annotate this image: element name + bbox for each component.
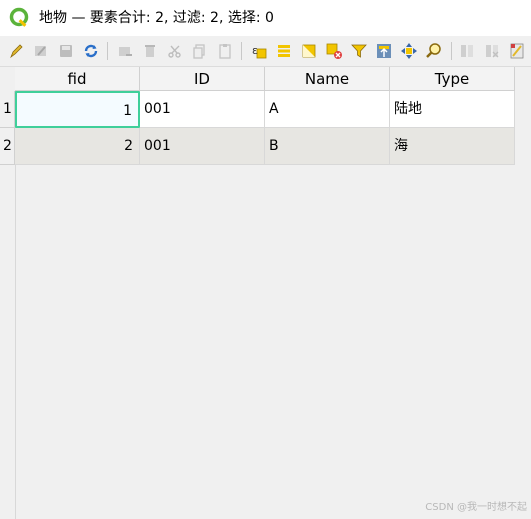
attribute-table-toolbar: ε xyxy=(0,36,531,67)
cell-id[interactable]: 001 xyxy=(140,91,265,128)
paste-button[interactable] xyxy=(214,40,236,62)
invert-selection-button[interactable] xyxy=(298,40,320,62)
copy-button[interactable] xyxy=(189,40,211,62)
deselect-all-button[interactable] xyxy=(323,40,345,62)
copy-icon xyxy=(193,44,205,59)
delete-feature-button[interactable] xyxy=(139,40,161,62)
cut-button[interactable] xyxy=(164,40,186,62)
table-row: 2 2 001 B 海 xyxy=(0,128,515,165)
cell-id[interactable]: 001 xyxy=(140,128,265,165)
invert-selection-icon xyxy=(302,44,316,58)
cell-name[interactable]: A xyxy=(265,91,390,128)
pan-to-selected-button[interactable] xyxy=(398,40,420,62)
delete-field-icon xyxy=(486,45,499,58)
reload-icon xyxy=(84,44,98,58)
add-feature-button[interactable] xyxy=(114,40,136,62)
new-field-button[interactable] xyxy=(456,40,478,62)
paste-icon xyxy=(219,44,231,59)
reload-button[interactable] xyxy=(80,40,102,62)
filter-button[interactable] xyxy=(348,40,370,62)
scissors-icon xyxy=(168,45,181,58)
row-number[interactable]: 2 xyxy=(0,128,15,165)
column-header-fid[interactable]: fid xyxy=(15,67,140,91)
column-header-type[interactable]: Type xyxy=(390,67,515,91)
select-all-icon xyxy=(278,45,290,57)
pan-to-selected-icon xyxy=(401,43,417,59)
multi-edit-button[interactable] xyxy=(30,40,52,62)
multi-edit-icon xyxy=(35,46,46,56)
select-by-expression-button[interactable]: ε xyxy=(248,40,270,62)
select-by-expression-icon: ε xyxy=(252,44,267,59)
save-edits-button[interactable] xyxy=(55,40,77,62)
zoom-to-selected-icon xyxy=(426,43,441,58)
select-all-button[interactable] xyxy=(273,40,295,62)
corner-button[interactable] xyxy=(0,67,16,92)
cell-fid[interactable]: 1 xyxy=(15,91,140,128)
delete-field-button[interactable] xyxy=(481,40,503,62)
title-bar: 地物 — 要素合计: 2, 过滤: 2, 选择: 0 xyxy=(0,0,531,36)
cell-fid[interactable]: 2 xyxy=(15,128,140,165)
table-row: 1 1 001 A 陆地 xyxy=(0,91,515,128)
deselect-all-icon xyxy=(326,43,342,59)
toolbar-separator xyxy=(107,42,108,60)
table-header: fid ID Name Type xyxy=(0,67,515,92)
cell-name[interactable]: B xyxy=(265,128,390,165)
add-feature-icon xyxy=(119,47,132,56)
qgis-logo-icon xyxy=(9,7,29,27)
column-header-id[interactable]: ID xyxy=(140,67,265,91)
attribute-table: fid ID Name Type 1 1 001 A 陆地 2 2 001 B … xyxy=(0,67,531,519)
toolbar-separator xyxy=(241,42,242,60)
new-field-icon xyxy=(461,45,473,57)
column-header-name[interactable]: Name xyxy=(265,67,390,91)
filter-icon xyxy=(351,44,367,58)
toggle-editing-button[interactable] xyxy=(5,40,27,62)
move-selection-to-top-button[interactable] xyxy=(373,40,395,62)
zoom-to-selected-button[interactable] xyxy=(423,40,445,62)
row-number[interactable]: 1 xyxy=(0,91,15,128)
cell-type[interactable]: 海 xyxy=(390,128,515,165)
save-icon xyxy=(60,45,72,57)
window-title: 地物 — 要素合计: 2, 过滤: 2, 选择: 0 xyxy=(39,10,274,26)
field-calculator-button[interactable] xyxy=(506,40,528,62)
svg-text:ε: ε xyxy=(252,44,258,57)
cell-type[interactable]: 陆地 xyxy=(390,91,515,128)
field-calculator-icon xyxy=(510,43,524,59)
move-selection-to-top-icon xyxy=(377,44,391,58)
pencil-icon xyxy=(10,44,23,59)
watermark: CSDN @我一时想不起 xyxy=(425,502,527,513)
toolbar-separator xyxy=(451,42,452,60)
trash-icon xyxy=(145,45,155,57)
